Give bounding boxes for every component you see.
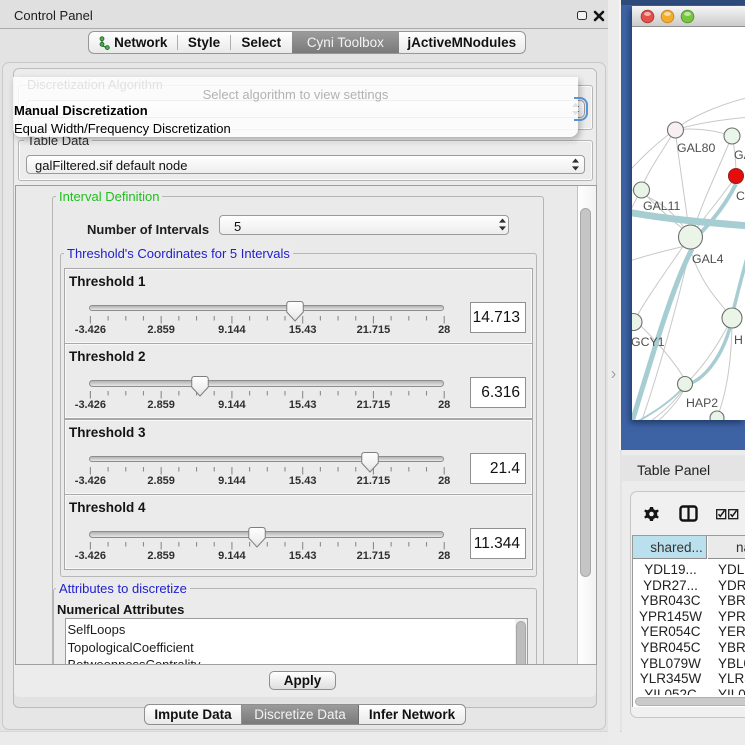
svg-text:GA: GA (734, 148, 745, 162)
svg-text:GAL11: GAL11 (643, 199, 681, 213)
svg-text:HAP2: HAP2 (686, 396, 718, 410)
svg-text:GAL80: GAL80 (677, 141, 715, 155)
svg-text:GAL4: GAL4 (692, 252, 724, 266)
svg-text:H: H (734, 333, 743, 347)
svg-text:C: C (736, 189, 745, 203)
svg-text:GCY1: GCY1 (632, 335, 665, 349)
